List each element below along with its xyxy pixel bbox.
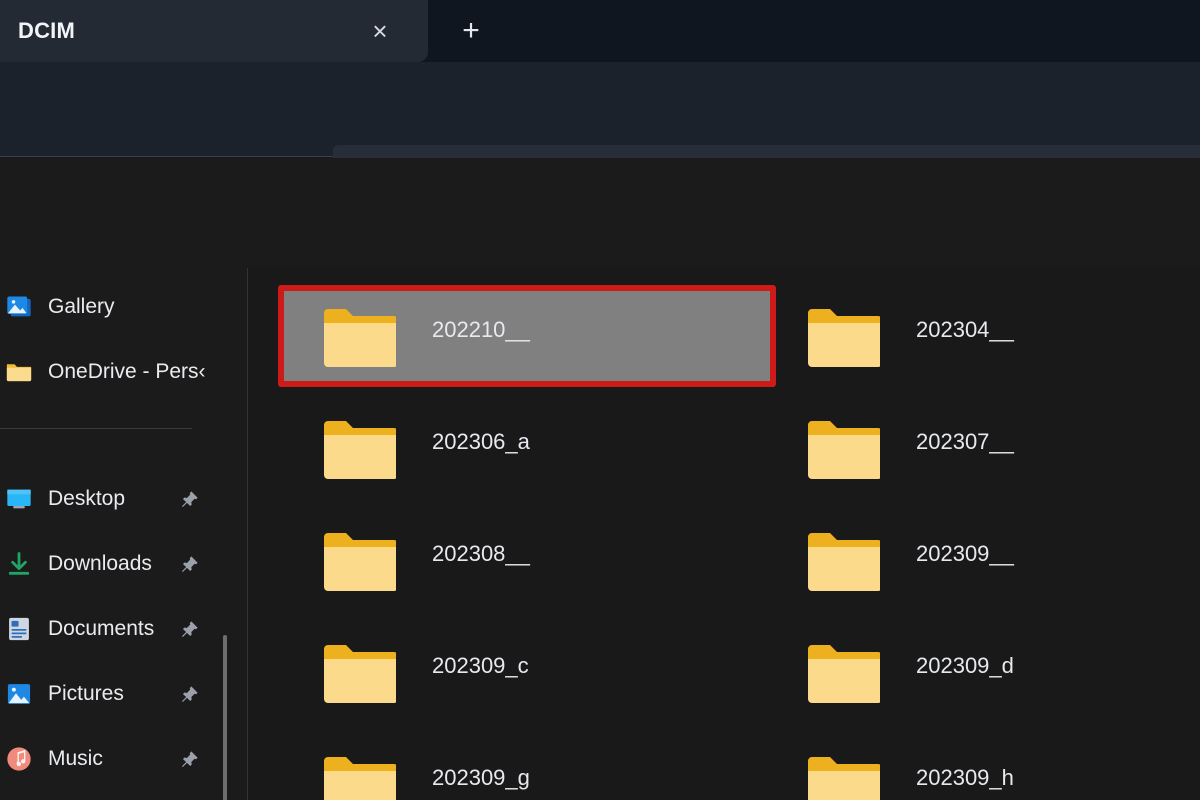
folder-item[interactable]: 202309__ <box>768 515 1200 611</box>
folder-icon <box>322 640 398 710</box>
downloads-icon <box>4 549 34 579</box>
folder-item[interactable]: 202306_a <box>284 403 774 499</box>
folder-icon <box>322 528 398 598</box>
close-tab-icon[interactable]: × <box>360 13 400 49</box>
folder-name: 202308__ <box>432 541 530 566</box>
sidebar-item-label: Documents <box>48 617 155 640</box>
new-tab-icon[interactable]: + <box>450 12 492 50</box>
folder-icon <box>806 752 882 800</box>
file-explorer-window: DCIM × + Gallery OneDrive - Pers‹ Deskto… <box>0 0 1200 800</box>
onedrive-folder-icon <box>4 357 34 387</box>
desktop-icon <box>4 484 34 514</box>
folder-icon <box>806 416 882 486</box>
folder-name: 202309_d <box>916 653 1014 678</box>
tab-label: DCIM <box>18 18 76 43</box>
gallery-icon <box>4 292 34 322</box>
sidebar-scrollbar[interactable] <box>223 635 227 800</box>
sidebar-item-label: Desktop <box>48 487 126 510</box>
folder-icon <box>322 416 398 486</box>
pictures-icon <box>4 679 34 709</box>
folder-item[interactable]: 202309_c <box>284 627 774 723</box>
documents-icon <box>4 614 34 644</box>
sidebar-item-gallery[interactable]: Gallery <box>0 280 230 334</box>
sidebar-item-desktop[interactable]: Desktop <box>0 472 230 526</box>
file-list-view: 202210__ 202304__ 202306_a 202307__ 2023… <box>248 268 1200 800</box>
title-bar: DCIM × + <box>0 0 1200 62</box>
folder-item[interactable]: 202308__ <box>284 515 774 611</box>
folder-item[interactable]: 202309_d <box>768 627 1200 723</box>
sidebar-divider <box>0 428 192 429</box>
sidebar-item-pictures[interactable]: Pictures <box>0 667 230 721</box>
folder-item[interactable]: 202210__ <box>284 291 774 387</box>
pin-icon[interactable] <box>178 489 200 511</box>
folder-item[interactable]: 202307__ <box>768 403 1200 499</box>
sidebar-item-music[interactable]: Music <box>0 732 230 786</box>
sidebar-item-downloads[interactable]: Downloads <box>0 537 230 591</box>
sidebar-item-documents[interactable]: Documents <box>0 602 230 656</box>
pin-icon[interactable] <box>178 554 200 576</box>
pin-icon[interactable] <box>178 684 200 706</box>
folder-item[interactable]: 202309_g <box>284 739 774 800</box>
folder-icon <box>806 640 882 710</box>
folder-name: 202306_a <box>432 429 530 454</box>
music-icon <box>4 744 34 774</box>
folder-icon <box>322 304 398 374</box>
folder-icon <box>322 752 398 800</box>
folder-name: 202304__ <box>916 317 1014 342</box>
folder-name: 202309_c <box>432 653 529 678</box>
folder-icon <box>806 304 882 374</box>
command-toolbar: New ˅ A <box>0 158 1200 400</box>
folder-item[interactable]: 202304__ <box>768 291 1200 387</box>
folder-icon <box>806 528 882 598</box>
folder-name: 202307__ <box>916 429 1014 454</box>
folder-name: 202309_h <box>916 765 1014 790</box>
folder-name: 202309__ <box>916 541 1014 566</box>
navigation-bar: › This PC › Apple iPhone › Internal Stor… <box>0 62 1200 203</box>
sidebar-item-label: Gallery <box>48 295 115 318</box>
folder-name: 202309_g <box>432 765 530 790</box>
folder-item[interactable]: 202309_h <box>768 739 1200 800</box>
sidebar-item-label: OneDrive - Pers‹ <box>48 360 206 383</box>
pin-icon[interactable] <box>178 749 200 771</box>
sidebar-item-label: Downloads <box>48 552 152 575</box>
pin-icon[interactable] <box>178 619 200 641</box>
navigation-sidebar: Gallery OneDrive - Pers‹ Desktop Downloa… <box>0 268 247 800</box>
sidebar-item-label: Pictures <box>48 682 124 705</box>
sidebar-item-label: Music <box>48 747 103 770</box>
folder-name: 202210__ <box>432 317 530 342</box>
sidebar-item-onedrive[interactable]: OneDrive - Pers‹ <box>0 345 230 399</box>
